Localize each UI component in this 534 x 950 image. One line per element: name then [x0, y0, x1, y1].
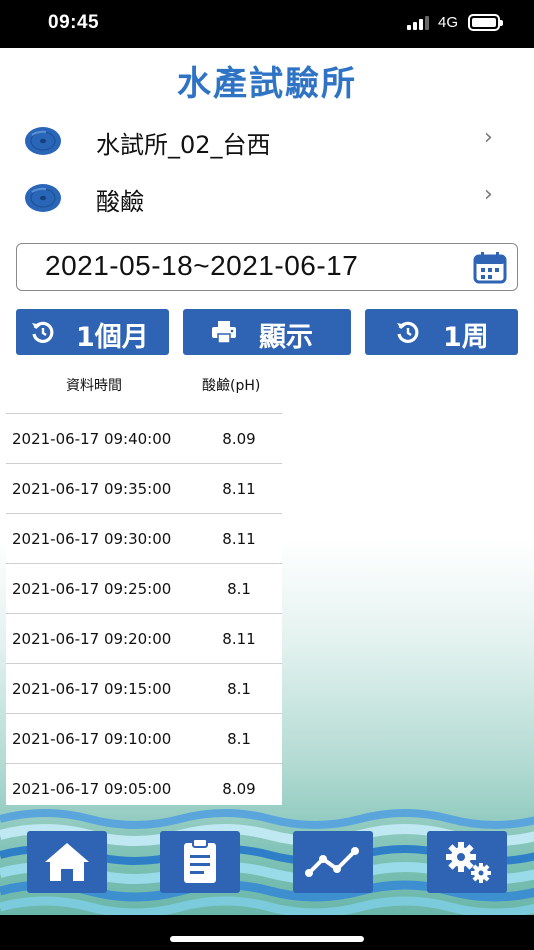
cell-time: 2021-06-17 09:05:00: [12, 780, 172, 798]
cell-time: 2021-06-17 09:15:00: [12, 680, 172, 698]
column-header-ph: 酸鹼(pH): [202, 378, 261, 394]
chart-line-icon: [305, 847, 359, 877]
gears-icon: [446, 842, 491, 883]
nav-records-button[interactable]: [160, 831, 240, 893]
clipboard-icon: [184, 838, 216, 883]
cell-value: 8.1: [227, 580, 251, 598]
disc-icon: [25, 127, 61, 155]
refresh-icon: [397, 321, 419, 343]
date-range-value: 2021-05-18~2021-06-17: [45, 250, 359, 281]
cell-value: 8.11: [222, 630, 256, 648]
cell-time: 2021-06-17 09:25:00: [12, 580, 172, 598]
disc-icon: [25, 184, 61, 212]
table-row[interactable]: 2021-06-17 09:35:00 8.11: [6, 463, 282, 513]
cell-value: 8.09: [222, 780, 256, 798]
one-month-button[interactable]: 1個月: [16, 309, 169, 355]
table-row[interactable]: 2021-06-17 09:40:00 8.09: [6, 413, 282, 463]
cell-value: 8.11: [222, 480, 256, 498]
signal-icon: [407, 16, 431, 30]
one-month-label: 1個月: [76, 322, 149, 353]
cell-value: 8.1: [227, 680, 251, 698]
display-button[interactable]: 顯示: [183, 309, 351, 355]
cell-time: 2021-06-17 09:40:00: [12, 430, 172, 448]
chevron-right-icon: ›: [484, 182, 493, 207]
date-range-field[interactable]: 2021-05-18~2021-06-17: [16, 243, 518, 291]
menu-item-parameter[interactable]: 酸鹼 ›: [0, 174, 534, 222]
chevron-right-icon: ›: [484, 125, 493, 150]
cell-time: 2021-06-17 09:30:00: [12, 530, 172, 548]
home-icon: [45, 843, 89, 881]
cell-time: 2021-06-17 09:35:00: [12, 480, 172, 498]
column-header-time: 資料時間: [66, 378, 122, 394]
menu-item-label: 水試所_02_台西: [96, 131, 271, 159]
table-row[interactable]: 2021-06-17 09:15:00 8.1: [6, 663, 282, 713]
display-label: 顯示: [259, 322, 313, 353]
calendar-icon[interactable]: [473, 252, 507, 284]
home-indicator[interactable]: [170, 936, 364, 942]
bottom-bar: [0, 915, 534, 950]
refresh-icon: [32, 321, 54, 343]
battery-icon: [468, 14, 503, 31]
one-week-button[interactable]: 1周: [365, 309, 518, 355]
one-week-label: 1周: [443, 322, 489, 353]
cell-value: 8.11: [222, 530, 256, 548]
table-row[interactable]: 2021-06-17 09:25:00 8.1: [6, 563, 282, 613]
printer-icon: [212, 321, 236, 344]
table-row[interactable]: 2021-06-17 09:20:00 8.11: [6, 613, 282, 663]
menu-item-station[interactable]: 水試所_02_台西 ›: [0, 117, 534, 165]
status-time: 09:45: [48, 12, 100, 33]
menu-item-label: 酸鹼: [96, 188, 144, 216]
table-row[interactable]: 2021-06-17 09:10:00 8.1: [6, 713, 282, 763]
cell-time: 2021-06-17 09:10:00: [12, 730, 172, 748]
network-type: 4G: [438, 14, 459, 31]
page-title: 水產試驗所: [177, 64, 357, 104]
data-table[interactable]: 資料時間 酸鹼(pH) 2021-06-17 09:40:00 8.09 202…: [6, 357, 282, 805]
status-bar: 09:45 4G: [0, 0, 534, 48]
cell-value: 8.09: [222, 430, 256, 448]
nav-home-button[interactable]: [27, 831, 107, 893]
cell-time: 2021-06-17 09:20:00: [12, 630, 172, 648]
cell-value: 8.1: [227, 730, 251, 748]
table-row[interactable]: 2021-06-17 09:30:00 8.11: [6, 513, 282, 563]
nav-settings-button[interactable]: [427, 831, 507, 893]
table-row[interactable]: 2021-06-17 09:05:00 8.09: [6, 763, 282, 805]
nav-chart-button[interactable]: [293, 831, 373, 893]
